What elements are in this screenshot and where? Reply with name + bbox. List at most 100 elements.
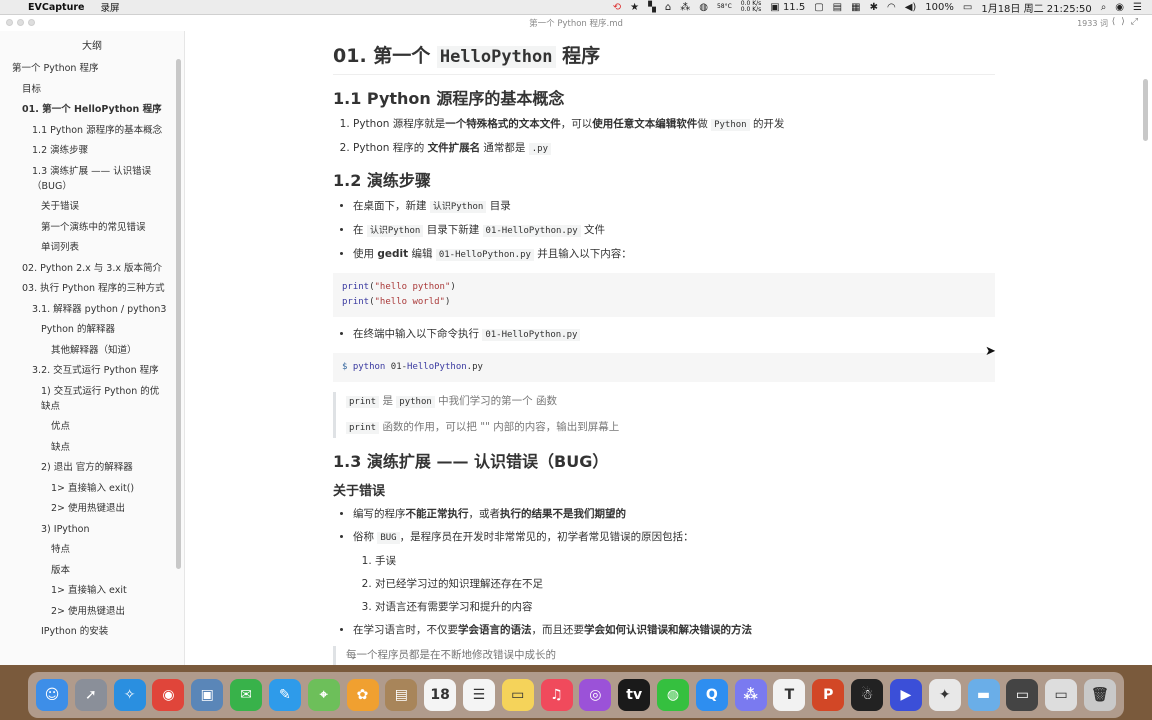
evcapture-icon[interactable]: ✦ <box>928 679 961 711</box>
wechat-icon[interactable]: ◍ <box>657 679 689 711</box>
podcasts-icon[interactable]: ◎ <box>579 679 612 711</box>
content-scrollbar[interactable] <box>1143 79 1148 141</box>
toc-item[interactable]: 1> 直接输入 exit <box>0 583 184 598</box>
expand-icon[interactable]: ⤢ <box>1131 17 1144 27</box>
word-count[interactable]: 1933 词 <box>1077 18 1108 29</box>
toc-item[interactable]: 2) 退出 官方的解释器 <box>0 460 184 475</box>
wechat-tray-icon[interactable]: ◍ <box>699 2 708 13</box>
calendar-icon[interactable]: 18 <box>424 679 457 711</box>
music-icon[interactable]: ♫ <box>540 679 573 711</box>
pin-icon[interactable]: ⌂ <box>665 2 671 13</box>
toc-item[interactable]: 2> 使用热键退出 <box>0 501 184 516</box>
typora-icon[interactable]: T <box>773 679 806 711</box>
reminders-icon[interactable]: ☰ <box>462 679 495 711</box>
toc-item[interactable]: 1.3 演练扩展 —— 认识错误（BUG） <box>0 164 184 194</box>
photos-icon[interactable]: ✿ <box>346 679 379 711</box>
heading-about-errors[interactable]: 关于错误 <box>333 480 995 499</box>
heading-1-1[interactable]: 1.1 Python 源程序的基本概念 <box>333 85 995 109</box>
toc-item-active[interactable]: 01. 第一个 HelloPython 程序 <box>0 102 184 117</box>
battery-icon[interactable]: ▭ <box>963 2 972 13</box>
toc-item[interactable]: 目标 <box>0 82 184 97</box>
list-item[interactable]: 手误 <box>375 554 995 569</box>
bookmark-icon[interactable]: ▚ <box>648 2 656 13</box>
wechat-work-icon[interactable]: ✉ <box>230 679 263 711</box>
menu-record[interactable]: 录屏 <box>100 0 119 14</box>
toc-item[interactable]: 1> 直接输入 exit() <box>0 481 184 496</box>
powerpoint-icon[interactable]: P <box>812 679 845 711</box>
bluetooth-icon[interactable]: ✱ <box>870 2 878 13</box>
screen-icon[interactable]: ▦ <box>851 2 860 13</box>
toc-item[interactable]: 3.1. 解释器 python / python3 <box>0 302 184 317</box>
document[interactable]: 01. 第一个 HelloPython 程序 1.1 Python 源程序的基本… <box>333 31 995 665</box>
wifi-icon[interactable]: ◠ <box>887 2 896 13</box>
safari-icon[interactable]: ✧ <box>113 679 146 711</box>
toc-item[interactable]: 1.1 Python 源程序的基本概念 <box>0 123 184 138</box>
list-item[interactable]: Python 源程序就是一个特殊格式的文本文件，可以使用任意文本编辑软件做 Py… <box>353 117 995 133</box>
quote-growth[interactable]: 每一个程序员都是在不断地修改错误中成长的 <box>333 646 995 665</box>
screenshot-icon[interactable]: ▭ <box>1045 679 1078 711</box>
star-icon[interactable]: ★ <box>630 2 639 13</box>
toc-item[interactable]: 2> 使用热键退出 <box>0 604 184 619</box>
toc-item[interactable]: 关于错误 <box>0 199 184 214</box>
list-item[interactable]: 在 认识Python 目录下新建 01-HelloPython.py 文件 <box>353 223 995 239</box>
toc-item[interactable]: 缺点 <box>0 440 184 455</box>
code-view-icon[interactable]: ⟨⟩ <box>1112 17 1131 27</box>
toc-item[interactable]: 版本 <box>0 563 184 578</box>
toc-item[interactable]: 02. Python 2.x 与 3.x 版本简介 <box>0 261 184 276</box>
spotlight-icon[interactable]: ⌕ <box>1101 2 1107 13</box>
editor-content[interactable]: 01. 第一个 HelloPython 程序 1.1 Python 源程序的基本… <box>186 31 1152 665</box>
list-item[interactable]: 对已经学习过的知识理解还存在不足 <box>375 577 995 592</box>
folder-icon[interactable]: ▬ <box>967 679 1000 711</box>
toc-item[interactable]: Python 的解释器 <box>0 322 184 337</box>
list-item[interactable]: 俗称 BUG，是程序员在开发时非常常见的，初学者常见错误的原因包括： 手误 对已… <box>353 530 995 615</box>
toc-item[interactable]: 特点 <box>0 542 184 557</box>
toc-item[interactable]: 3) IPython <box>0 522 184 537</box>
notes-brown-icon[interactable]: ▤ <box>385 679 418 711</box>
toc-item[interactable]: 第一个 Python 程序 <box>0 61 184 76</box>
toc-item[interactable]: 1.2 演练步骤 <box>0 143 184 158</box>
sidebar-scrollbar[interactable] <box>176 59 181 569</box>
siri-icon[interactable]: ◉ <box>1115 2 1124 13</box>
list-item[interactable]: 在终端中输入以下命令执行 01-HelloPython.py <box>353 327 995 343</box>
list-item[interactable]: Python 程序的 文件扩展名 通常都是 .py <box>353 141 995 157</box>
list-item[interactable]: 在学习语言时，不仅要学会语言的语法，而且还要学会如何认识错误和解决错误的方法 <box>353 623 995 638</box>
toc-item[interactable]: 单词列表 <box>0 240 184 255</box>
messages-icon[interactable]: ✎ <box>268 679 301 711</box>
heading-1-2[interactable]: 1.2 演练步骤 <box>333 167 995 191</box>
display-icon[interactable]: ▢ <box>814 2 823 13</box>
share-icon[interactable]: ⁂ <box>680 2 690 13</box>
list-item[interactable]: 对语言还有需要学习和提升的内容 <box>375 600 995 615</box>
close-button[interactable] <box>6 19 13 26</box>
record-icon[interactable]: ⟲ <box>613 2 621 13</box>
clipboard-icon[interactable]: ▤ <box>833 2 842 13</box>
list-item[interactable]: 在桌面下，新建 认识Python 目录 <box>353 199 995 215</box>
list-item[interactable]: 编写的程序不能正常执行，或者执行的结果不是我们期望的 <box>353 507 995 522</box>
typora-app-icon[interactable]: ⁂ <box>734 679 767 711</box>
preview-icon[interactable]: ▣ <box>191 679 224 711</box>
apple-tv-icon[interactable]: tv <box>618 679 651 711</box>
volume-icon[interactable]: ◀) <box>905 2 917 13</box>
maps-icon[interactable]: ⌖ <box>307 679 340 711</box>
heading-h1[interactable]: 01. 第一个 HelloPython 程序 <box>333 41 995 75</box>
heading-1-3[interactable]: 1.3 演练扩展 —— 认识错误（BUG） <box>333 448 995 472</box>
zoom-button[interactable] <box>28 19 35 26</box>
quote-print[interactable]: print 是 python 中我们学习的第一个 函数 print 函数的作用，… <box>333 392 995 438</box>
minimize-button[interactable] <box>17 19 24 26</box>
launchpad-icon[interactable]: ➚ <box>74 679 107 711</box>
toc-item[interactable]: IPython 的安装 <box>0 624 184 639</box>
chrome-icon[interactable]: ◉ <box>152 679 185 711</box>
control-center-icon[interactable]: ☰ <box>1133 2 1142 13</box>
terminal-window-icon[interactable]: ▭ <box>1006 679 1039 711</box>
clock[interactable]: 1月18日 周二 21:25:50 <box>981 0 1091 15</box>
screen-recorder-icon[interactable]: ▶ <box>889 679 922 711</box>
list-item[interactable]: 使用 gedit 编辑 01-HelloPython.py 并且输入以下内容： <box>353 247 995 263</box>
app-menu-name[interactable]: EVCapture <box>28 2 84 13</box>
toc-item[interactable]: 1) 交互式运行 Python 的优缺点 <box>0 384 184 414</box>
toc-item[interactable]: 其他解释器（知道） <box>0 343 184 358</box>
code-block-shell[interactable]: $ python 01-HelloPython.py <box>333 353 995 382</box>
qq-browser-icon[interactable]: Q <box>695 679 728 711</box>
code-block-python[interactable]: print("hello python") print("hello world… <box>333 273 995 317</box>
toc-item[interactable]: 3.2. 交互式运行 Python 程序 <box>0 363 184 378</box>
toc-item[interactable]: 优点 <box>0 419 184 434</box>
finder-icon[interactable]: ☺ <box>36 679 68 711</box>
